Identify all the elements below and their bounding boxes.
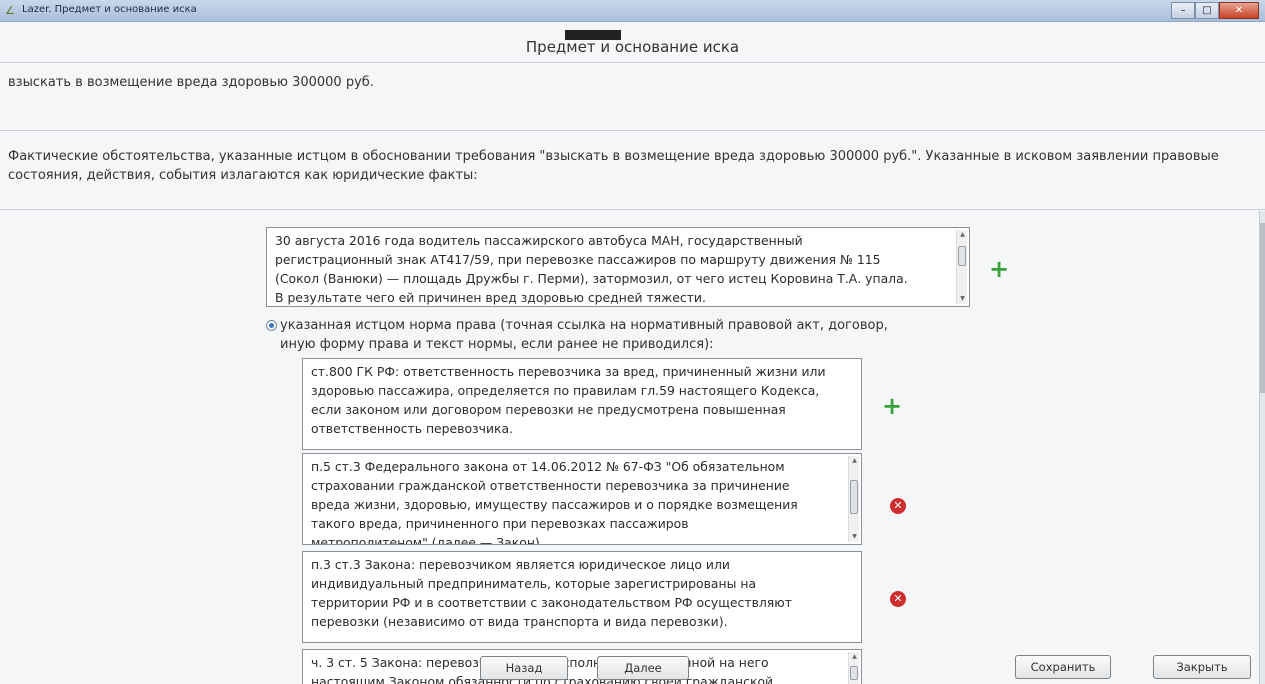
norm-line: вреда жизни, здоровью, имуществу пассажи… <box>311 497 798 512</box>
scroll-up-icon[interactable]: ▲ <box>849 652 860 662</box>
main-scrollbar[interactable] <box>1259 211 1265 684</box>
fact-line: регистрационный знак АТ417/59, при перев… <box>275 252 881 267</box>
norm-textbox[interactable]: ч. 3 ст. 5 Закона: перевозчик обязан исп… <box>302 649 862 684</box>
norm-line: п.5 ст.3 Федерального закона от 14.06.20… <box>311 459 785 474</box>
norm-text: п.5 ст.3 Федерального закона от 14.06.20… <box>311 457 853 545</box>
save-button[interactable]: Сохранить <box>1015 655 1111 679</box>
norm-label-line: иную форму права и текст нормы, если ран… <box>280 337 714 352</box>
add-norm-plus-icon[interactable]: + <box>879 393 905 419</box>
norm-radio[interactable] <box>266 320 277 331</box>
window-title-bar: ∠ Lazer. Предмет и основание иска – □ ✕ <box>0 0 1265 22</box>
next-button[interactable]: Далее <box>597 656 689 680</box>
scroll-thumb[interactable] <box>850 666 858 680</box>
app-icon: ∠ <box>5 4 15 17</box>
norm-line: такого вреда, причиненного при перевозка… <box>311 516 689 531</box>
fact-textbox[interactable]: 30 августа 2016 года водитель пассажирск… <box>266 227 970 307</box>
scroll-thumb[interactable] <box>850 480 858 514</box>
norm-textbox[interactable]: п.5 ст.3 Федерального закона от 14.06.20… <box>302 453 862 545</box>
fact-line: В результате чего ей причинен вред здоро… <box>275 290 706 305</box>
norm-textbox[interactable]: п.3 ст.3 Закона: перевозчиком является ю… <box>302 551 862 643</box>
maximize-button[interactable]: □ <box>1195 2 1219 19</box>
radio-dot <box>269 323 274 328</box>
norm-line: страховании гражданской ответственности … <box>311 478 790 493</box>
norm-label-line: указанная истцом норма права (точная ссы… <box>280 318 888 333</box>
norm-textbox[interactable]: ст.800 ГК РФ: ответственность перевозчик… <box>302 358 862 450</box>
scroll-down-icon[interactable]: ▼ <box>957 294 968 304</box>
norm-text: п.3 ст.3 Закона: перевозчиком является ю… <box>311 555 853 631</box>
norm-line: метрополитеном" (далее — Закон) <box>311 535 540 545</box>
window-controls: – □ ✕ <box>1171 2 1259 19</box>
remove-norm-icon[interactable]: ✕ <box>890 498 906 514</box>
norm-line: если законом или договором перевозки не … <box>311 402 786 417</box>
fact-line: (Сокол (Ванюки) — площадь Дружбы г. Перм… <box>275 271 908 286</box>
norm-line: ч. 3 ст. 5 Закона: перевозчик обязан исп… <box>311 655 769 670</box>
norm-line: настоящим Законом обязанности по страхов… <box>311 674 774 684</box>
add-fact-plus-icon[interactable]: + <box>986 256 1012 282</box>
close-button[interactable]: Закрыть <box>1153 655 1251 679</box>
back-button[interactable]: Назад <box>480 656 568 680</box>
remove-norm-icon[interactable]: ✕ <box>890 591 906 607</box>
norm-scrollbar[interactable]: ▲ ▼ <box>848 456 859 542</box>
main-scroll-thumb[interactable] <box>1260 223 1265 393</box>
norm-line: территории РФ и в соответствии с законод… <box>311 595 792 610</box>
facts-intro-line: состояния, действия, события излагаются … <box>8 168 478 183</box>
norm-line: перевозки (независимо от вида транспорта… <box>311 614 728 629</box>
norm-line: п.3 ст.3 Закона: перевозчиком является ю… <box>311 557 730 572</box>
scroll-up-icon[interactable]: ▲ <box>849 456 860 466</box>
fact-scrollbar[interactable]: ▲ ▼ <box>956 230 967 304</box>
scroll-thumb[interactable] <box>958 246 966 266</box>
norm-line: здоровью пассажира, определяется по прав… <box>311 383 820 398</box>
norm-text: ч. 3 ст. 5 Закона: перевозчик обязан исп… <box>311 653 853 684</box>
norm-line: индивидуальный предприниматель, которые … <box>311 576 757 591</box>
facts-intro-line: Фактические обстоятельства, указанные ис… <box>8 149 1219 164</box>
close-window-button[interactable]: ✕ <box>1219 2 1259 19</box>
claim-text: взыскать в возмещение вреда здоровью 300… <box>8 75 374 90</box>
scroll-up-icon[interactable]: ▲ <box>957 230 968 240</box>
norm-line: ст.800 ГК РФ: ответственность перевозчик… <box>311 364 826 379</box>
fact-line: 30 августа 2016 года водитель пассажирск… <box>275 233 803 248</box>
main-content: 30 августа 2016 года водитель пассажирск… <box>0 211 1265 684</box>
page-title: Предмет и основание иска <box>525 38 740 56</box>
minimize-button[interactable]: – <box>1171 2 1195 19</box>
norm-radio-label: указанная истцом норма права (точная ссы… <box>280 316 888 354</box>
norm-text: ст.800 ГК РФ: ответственность перевозчик… <box>311 362 853 438</box>
scroll-down-icon[interactable]: ▼ <box>849 532 860 542</box>
window-title: Lazer. Предмет и основание иска <box>22 4 197 15</box>
claim-section: взыскать в возмещение вреда здоровью 300… <box>0 63 1265 131</box>
facts-intro-section: Фактические обстоятельства, указанные ис… <box>0 132 1265 210</box>
norm-line: ответственность перевозчика. <box>311 421 514 436</box>
facts-intro-text: Фактические обстоятельства, указанные ис… <box>8 147 1265 185</box>
norm-scrollbar[interactable]: ▲ <box>848 652 859 684</box>
fact-text: 30 августа 2016 года водитель пассажирск… <box>275 231 961 306</box>
